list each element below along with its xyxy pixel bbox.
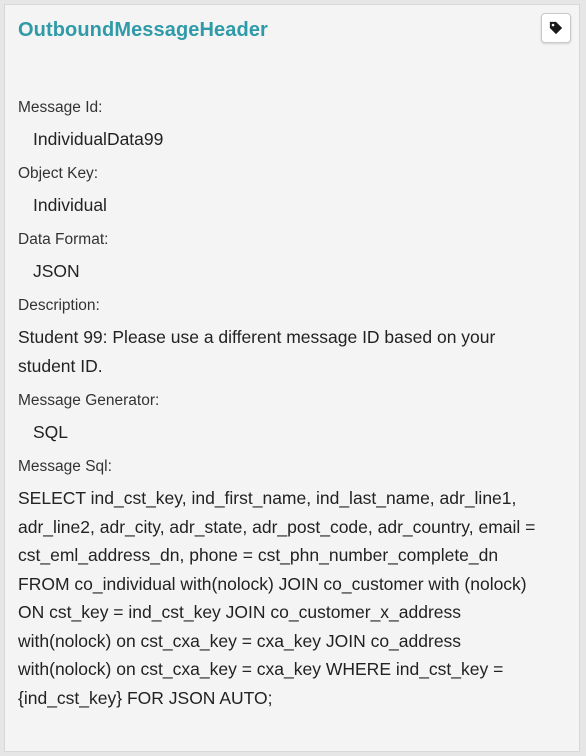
field-value: Student 99: Please use a different messa… (18, 327, 496, 376)
tag-button[interactable] (541, 13, 571, 43)
field-label: Data Format: (18, 231, 109, 248)
panel-title: OutboundMessageHeader (18, 19, 268, 41)
field-label: Message Sql: (18, 458, 112, 475)
field-message-sql: Message Sql: SELECT ind_cst_key, ind_fir… (18, 456, 538, 712)
field-description: Description: Student 99: Please use a di… (18, 295, 538, 380)
field-value: Individual (33, 195, 107, 215)
field-message-id: Message Id: IndividualData99 (18, 97, 538, 153)
field-value: SQL (33, 422, 69, 442)
field-label: Message Id: (18, 99, 103, 116)
field-label: Object Key: (18, 165, 99, 182)
field-message-generator: Message Generator: SQL (18, 390, 538, 446)
outbound-message-header-panel: OutboundMessageHeader Message Id: Indivi… (4, 4, 580, 752)
field-object-key: Object Key: Individual (18, 163, 538, 219)
tag-icon (549, 21, 563, 35)
field-value: JSON (33, 261, 80, 281)
field-value: IndividualData99 (33, 129, 164, 149)
field-label: Description: (18, 297, 100, 314)
field-value: SELECT ind_cst_key, ind_first_name, ind_… (18, 488, 536, 708)
field-data-format: Data Format: JSON (18, 229, 538, 285)
field-list: Message Id: IndividualData99 Object Key:… (18, 97, 538, 722)
field-label: Message Generator: (18, 392, 160, 409)
